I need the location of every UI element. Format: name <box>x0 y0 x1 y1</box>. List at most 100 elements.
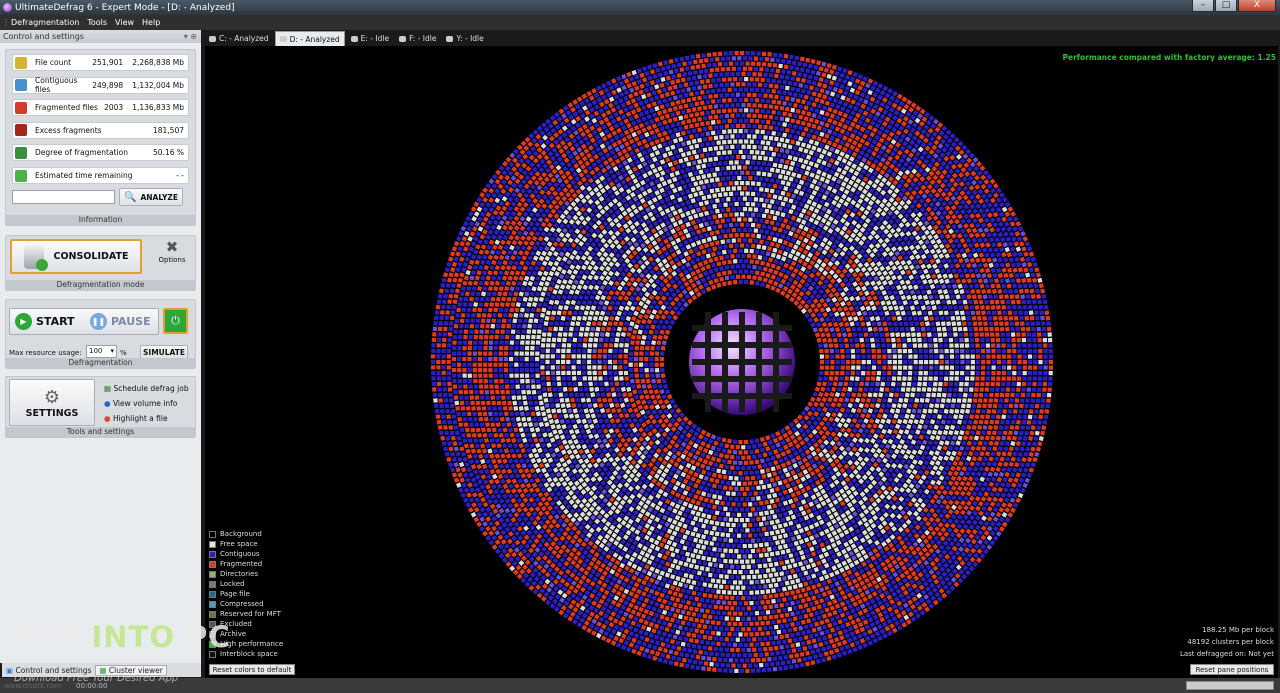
stat-row: Estimated time remaining - - <box>12 167 189 184</box>
legend-swatch <box>209 570 216 578</box>
database-icon <box>23 244 48 271</box>
settings-icon: ⚙ <box>43 386 61 408</box>
view-volume-info-link[interactable]: ● View volume info <box>104 396 189 411</box>
stat-row: Degree of fragmentation 50.16 % <box>12 144 189 162</box>
drive-tab[interactable]: D: - Analyzed <box>274 31 345 46</box>
watermark-text: GET INTO PC <box>14 620 231 654</box>
chevron-down-icon: ▾ <box>110 347 114 355</box>
analyze-button[interactable]: 🔍 ANALYZE <box>119 188 183 206</box>
max-resource-label: Max resource usage: <box>9 349 82 357</box>
degree-fragmentation-icon <box>15 146 27 159</box>
legend-swatch <box>209 580 216 588</box>
drive-icon <box>446 35 454 42</box>
menu-defragmentation[interactable]: Defragmentation <box>7 18 83 27</box>
bulb-icon: ● <box>104 414 111 423</box>
fragmented-files-icon <box>15 101 27 114</box>
legend-item[interactable]: Page file <box>209 589 283 599</box>
settings-button[interactable]: ⚙ SETTINGS <box>9 379 95 426</box>
status-bar: 00:00:00 www.dlsdrk.com <box>0 678 1280 693</box>
reset-panes-button[interactable]: Reset pane positions <box>1190 664 1274 675</box>
highlight-file-link[interactable]: ● Highlight a file <box>104 411 189 426</box>
legend-swatch <box>209 610 216 618</box>
last-defragged: Last defragged on: Not yet <box>1179 650 1274 658</box>
minimize-button[interactable]: – <box>1192 0 1214 12</box>
defrag-mode-group: CONSOLIDATE ✖ Options Defragmentation mo… <box>5 235 196 291</box>
window-title: UltimateDefrag 6 - Expert Mode - [D: - A… <box>15 2 235 13</box>
legend-item[interactable]: Compressed <box>209 599 283 609</box>
drive-tab[interactable]: F: - Idle <box>395 31 440 46</box>
search-icon: 🔍 <box>124 191 137 203</box>
performance-text: Performance compared with factory averag… <box>1062 53 1276 62</box>
menu-view[interactable]: View <box>111 18 138 27</box>
stat-row: Contiguous files 249,898 1,132,004 Mb <box>12 76 189 94</box>
control-panel: Control and settings ▾ ⊕ File count 251,… <box>0 30 201 663</box>
defragmentation-label: Defragmentation <box>6 358 195 368</box>
legend-item[interactable]: Free space <box>209 539 283 549</box>
start-button[interactable]: ▶ START <box>15 313 75 330</box>
drive-tabs: C: - Analyzed D: - Analyzed E: - Idle F: - … <box>205 31 488 46</box>
pause-icon: ❚❚ <box>90 313 107 330</box>
legend-item[interactable]: Directories <box>209 569 283 579</box>
tools-group: ⚙ SETTINGS ▦ Schedule defrag job ● View … <box>5 376 196 438</box>
analyze-path-input[interactable] <box>12 190 115 204</box>
defrag-mode-label: Defragmentation mode <box>6 280 195 290</box>
percent-label: % <box>120 349 127 357</box>
tools-icon: ✖ <box>165 238 179 256</box>
legend-swatch <box>209 540 216 548</box>
stat-row: Fragmented files 2003 1,136,833 Mb <box>12 99 189 117</box>
control-settings-icon: ▣ <box>6 665 14 675</box>
menu-bar: ⋮ Defragmentation Tools View Help <box>0 15 1280 30</box>
mb-per-block: 188.25 Mb per block <box>1202 626 1274 634</box>
pause-button[interactable]: ❚❚ PAUSE <box>90 313 151 330</box>
calendar-icon: ▦ <box>104 384 112 393</box>
drive-tab[interactable]: C: - Analyzed <box>205 31 273 46</box>
max-resource-select[interactable]: 100 ▾ <box>86 345 117 358</box>
drive-tab[interactable]: E: - Idle <box>347 31 393 46</box>
zoom-slider[interactable] <box>1186 681 1274 690</box>
pin-icon[interactable]: ▾ ⊕ <box>184 30 197 43</box>
drive-tab[interactable]: Y: - Idle <box>442 31 487 46</box>
clusters-per-block: 48192 clusters per block <box>1187 638 1274 646</box>
legend-item[interactable]: Contiguous <box>209 549 283 559</box>
information-group: File count 251,901 2,268,838 Mb Contiguo… <box>5 49 196 226</box>
legend-item[interactable]: Fragmented <box>209 559 283 569</box>
simulate-button[interactable]: SIMULATE <box>140 345 188 359</box>
stat-row: File count 251,901 2,268,838 Mb <box>12 54 189 71</box>
maximize-button[interactable]: □ <box>1215 0 1237 12</box>
menu-tools[interactable]: Tools <box>83 18 111 27</box>
drive-icon <box>399 35 407 42</box>
schedule-defrag-link[interactable]: ▦ Schedule defrag job <box>104 381 189 396</box>
timer-icon <box>15 169 27 182</box>
power-button[interactable]: ⏻ <box>163 308 188 334</box>
stat-row: Excess fragments 181,507 <box>12 121 189 139</box>
legend-swatch <box>209 550 216 558</box>
close-button[interactable]: X <box>1238 0 1276 12</box>
title-bar: UltimateDefrag 6 - Expert Mode - [D: - A… <box>0 0 1280 15</box>
consolidate-button[interactable]: CONSOLIDATE <box>10 239 142 274</box>
reset-colors-button[interactable]: Reset colors to default <box>209 664 295 675</box>
information-label: Information <box>6 215 195 225</box>
legend-item[interactable]: Locked <box>209 579 283 589</box>
panel-title: Control and settings <box>3 32 84 41</box>
legend-item[interactable]: Reserved for MFT <box>209 609 283 619</box>
menu-help[interactable]: Help <box>138 18 164 27</box>
defragmentation-group: ▶ START ❚❚ PAUSE ⏻ Max resource usage: 1… <box>5 299 196 369</box>
panel-header: Control and settings ▾ ⊕ <box>0 30 201 43</box>
tools-label: Tools and settings <box>6 427 195 437</box>
drive-icon <box>209 35 216 42</box>
power-icon: ⏻ <box>171 314 180 327</box>
legend-swatch <box>209 560 216 568</box>
excess-fragments-icon <box>15 124 27 137</box>
disk-map[interactable] <box>205 46 1278 678</box>
drive-icon <box>350 35 358 42</box>
options-button[interactable]: ✖ Options <box>155 238 189 272</box>
drive-icon <box>279 36 287 42</box>
file-count-icon <box>15 56 27 69</box>
app-icon <box>3 3 12 12</box>
legend-swatch <box>209 600 216 608</box>
play-icon: ▶ <box>15 313 32 330</box>
legend-swatch <box>209 530 216 538</box>
legend-item[interactable]: Background <box>209 529 283 539</box>
watermark-subtitle: Download Free Your Desired App <box>14 673 179 684</box>
info-icon: ● <box>104 399 111 408</box>
